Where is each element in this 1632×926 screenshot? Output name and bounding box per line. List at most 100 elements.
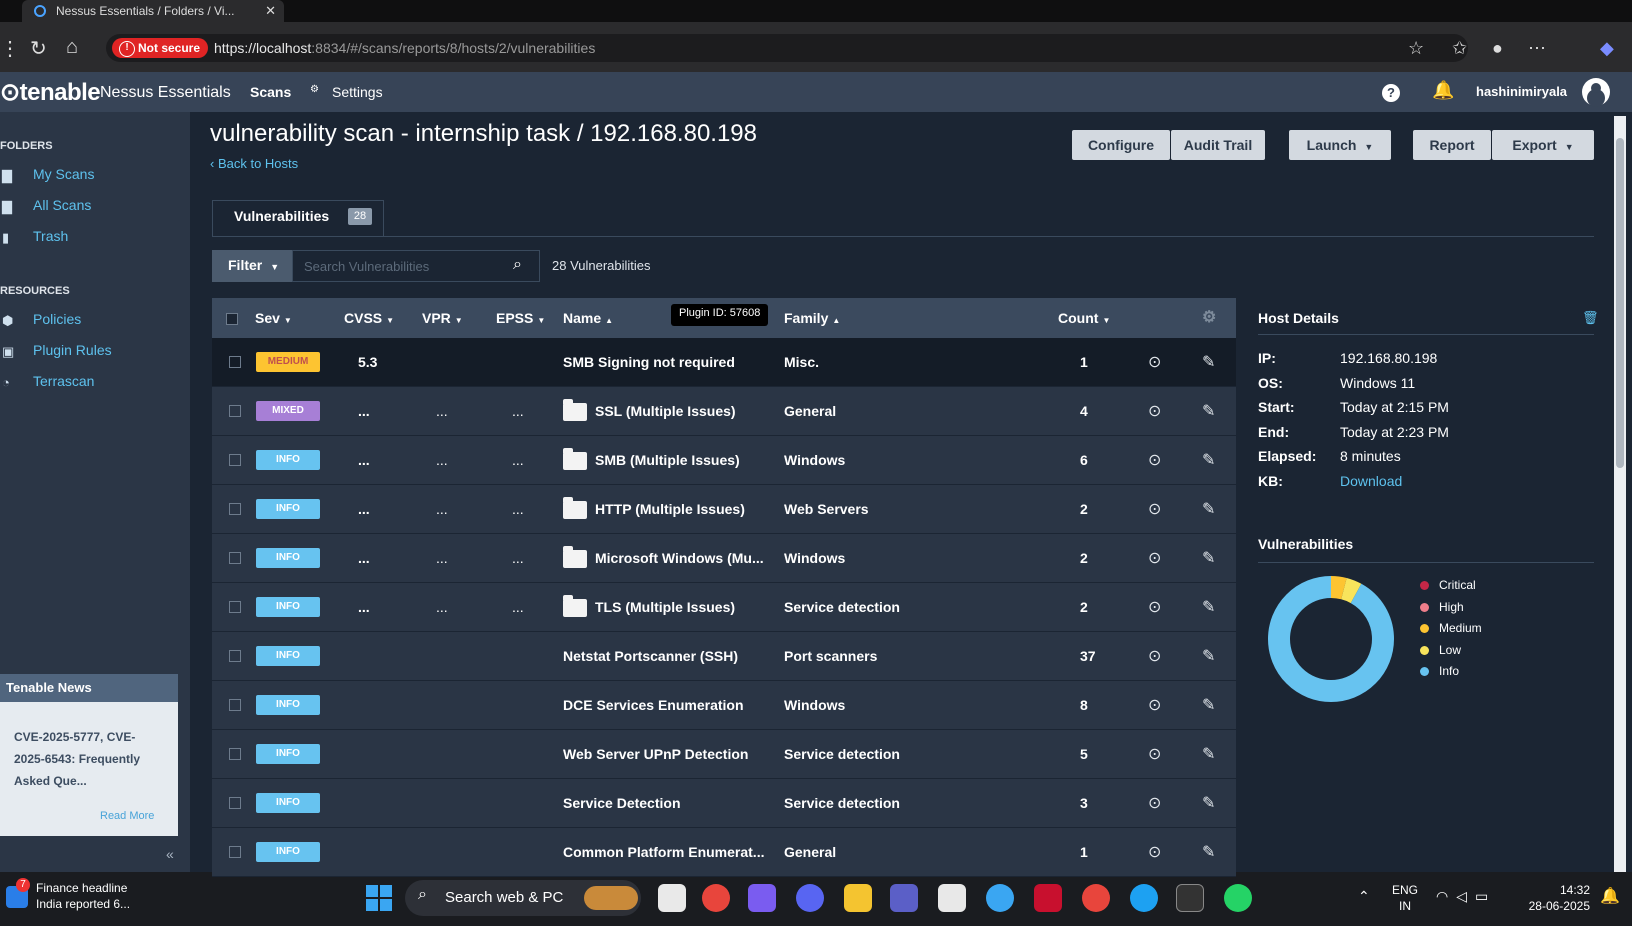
sidebar-item-all-scans[interactable]: ▇ All Scans: [0, 197, 91, 219]
help-icon[interactable]: ?: [1382, 84, 1400, 102]
row-checkbox[interactable]: [229, 650, 241, 662]
edit-pencil-icon[interactable]: ✎: [1202, 352, 1215, 372]
check-circle-icon[interactable]: ⊙: [1148, 548, 1161, 568]
scrollbar-thumb[interactable]: [1616, 138, 1624, 468]
legend-item-low[interactable]: Low: [1420, 643, 1461, 657]
row-checkbox[interactable]: [229, 552, 241, 564]
vulnerability-name[interactable]: Netstat Portscanner (SSH): [563, 648, 738, 664]
favorite-star-icon[interactable]: ☆: [1408, 38, 1424, 59]
edge-icon[interactable]: [1130, 884, 1158, 912]
edit-pencil-icon[interactable]: ✎: [1202, 793, 1215, 813]
username[interactable]: hashinimiryala: [1476, 84, 1567, 99]
column-settings-gear-icon[interactable]: ⚙: [1202, 307, 1216, 327]
reload-icon[interactable]: ↻: [30, 36, 47, 61]
start-button-icon[interactable]: [366, 885, 392, 911]
bell-icon[interactable]: 🔔: [1432, 80, 1454, 101]
vulnerability-name[interactable]: SMB (Multiple Issues): [595, 452, 740, 468]
row-checkbox[interactable]: [229, 454, 241, 466]
check-circle-icon[interactable]: ⊙: [1148, 695, 1161, 715]
close-tab-icon[interactable]: ✕: [265, 3, 276, 19]
check-circle-icon[interactable]: ⊙: [1148, 744, 1161, 764]
tray-chevron-icon[interactable]: ⌃: [1358, 888, 1370, 905]
check-circle-icon[interactable]: ⊙: [1148, 597, 1161, 617]
report-button[interactable]: Report: [1413, 130, 1491, 160]
row-checkbox[interactable]: [229, 405, 241, 417]
check-circle-icon[interactable]: ⊙: [1148, 646, 1161, 666]
legend-item-info[interactable]: Info: [1420, 664, 1459, 678]
kb-download-link[interactable]: Download: [1340, 473, 1402, 489]
news-widget-text[interactable]: Finance headline India reported 6...: [36, 880, 130, 912]
col-count[interactable]: Count ▼: [1058, 310, 1110, 326]
sidebar-item-plugin-rules[interactable]: ▣ Plugin Rules: [0, 342, 112, 364]
favorites-icon[interactable]: ✩: [1452, 38, 1467, 59]
audit-trail-button[interactable]: Audit Trail: [1171, 130, 1265, 160]
row-checkbox[interactable]: [229, 748, 241, 760]
search-icon[interactable]: ⌕: [513, 256, 522, 274]
check-circle-icon[interactable]: ⊙: [1148, 499, 1161, 519]
notification-bell-icon[interactable]: 🔔: [1600, 886, 1620, 906]
edit-pencil-icon[interactable]: ✎: [1202, 450, 1215, 470]
sidebar-item-policies[interactable]: ⬢ Policies: [0, 311, 81, 333]
edit-pencil-icon[interactable]: ✎: [1202, 499, 1215, 519]
select-all-checkbox[interactable]: [226, 313, 238, 325]
export-button[interactable]: Export ▼: [1492, 130, 1594, 160]
task-view-icon[interactable]: [658, 884, 686, 912]
legend-item-critical[interactable]: Critical: [1420, 578, 1476, 592]
nav-settings[interactable]: Settings: [332, 84, 383, 100]
collapse-sidebar-icon[interactable]: «: [166, 846, 174, 862]
avatar-icon[interactable]: [1582, 78, 1610, 106]
terminal-icon[interactable]: [1176, 884, 1204, 912]
news-body[interactable]: CVE-2025-5777, CVE-2025-6543: Frequently…: [14, 726, 164, 792]
check-circle-icon[interactable]: ⊙: [1148, 842, 1161, 862]
check-circle-icon[interactable]: ⊙: [1148, 450, 1161, 470]
browser-tab[interactable]: Nessus Essentials / Folders / Vi... ✕: [22, 0, 284, 22]
clock[interactable]: 14:32 28-06-2025: [1520, 882, 1590, 914]
vulnerability-name[interactable]: Web Server UPnP Detection: [563, 746, 748, 762]
chrome-icon[interactable]: [702, 884, 730, 912]
tab-vulnerabilities-label[interactable]: Vulnerabilities: [234, 208, 329, 224]
donut-slice-info[interactable]: [1268, 576, 1394, 702]
wifi-volume-battery-icons[interactable]: ◠◁▭: [1436, 888, 1496, 905]
news-read-more-link[interactable]: Read More: [100, 810, 154, 822]
sidebar-item-trash[interactable]: ▮ Trash: [0, 228, 68, 250]
sidebar-item-terrascan[interactable]: ◔ Terrascan: [0, 373, 94, 395]
row-checkbox[interactable]: [229, 503, 241, 515]
vulnerability-name[interactable]: SMB Signing not required: [563, 354, 735, 370]
edit-pencil-icon[interactable]: ✎: [1202, 744, 1215, 764]
url-text[interactable]: https://localhost:8834/#/scans/reports/8…: [214, 40, 595, 56]
tenable-logo[interactable]: ⊙tenable: [0, 78, 101, 107]
discord-icon[interactable]: [796, 884, 824, 912]
legend-item-medium[interactable]: Medium: [1420, 621, 1482, 635]
row-checkbox[interactable]: [229, 356, 241, 368]
check-circle-icon[interactable]: ⊙: [1148, 793, 1161, 813]
col-family[interactable]: Family ▲: [784, 310, 840, 326]
language-indicator[interactable]: ENG IN: [1392, 882, 1418, 914]
vulnerability-name[interactable]: Microsoft Windows (Mu...: [595, 550, 764, 566]
vulnerability-name[interactable]: Service Detection: [563, 795, 681, 811]
row-checkbox[interactable]: [229, 846, 241, 858]
home-icon[interactable]: ⌂: [66, 36, 78, 59]
edit-pencil-icon[interactable]: ✎: [1202, 646, 1215, 666]
col-epss[interactable]: EPSS ▼: [496, 310, 545, 326]
file-explorer-icon[interactable]: [844, 884, 872, 912]
col-cvss[interactable]: CVSS ▼: [344, 310, 394, 326]
configure-button[interactable]: Configure: [1072, 130, 1170, 160]
vulnerability-name[interactable]: TLS (Multiple Issues): [595, 599, 735, 615]
col-vpr[interactable]: VPR ▼: [422, 310, 463, 326]
delete-host-icon[interactable]: 🗑: [1582, 310, 1599, 326]
store-icon[interactable]: [938, 884, 966, 912]
teams-icon[interactable]: [890, 884, 918, 912]
check-circle-icon[interactable]: ⊙: [1148, 352, 1161, 372]
edit-pencil-icon[interactable]: ✎: [1202, 401, 1215, 421]
sidebar-toggle-icon[interactable]: ⋮: [0, 36, 20, 61]
nav-scans[interactable]: Scans: [250, 84, 291, 100]
profile-icon[interactable]: ●: [1492, 38, 1503, 59]
legend-item-high[interactable]: High: [1420, 600, 1464, 614]
row-checkbox[interactable]: [229, 699, 241, 711]
launch-button[interactable]: Launch ▼: [1289, 130, 1391, 160]
edit-pencil-icon[interactable]: ✎: [1202, 842, 1215, 862]
row-checkbox[interactable]: [229, 601, 241, 613]
edit-pencil-icon[interactable]: ✎: [1202, 597, 1215, 617]
mcafee-icon[interactable]: [1034, 884, 1062, 912]
col-name[interactable]: Name ▲: [563, 310, 613, 326]
